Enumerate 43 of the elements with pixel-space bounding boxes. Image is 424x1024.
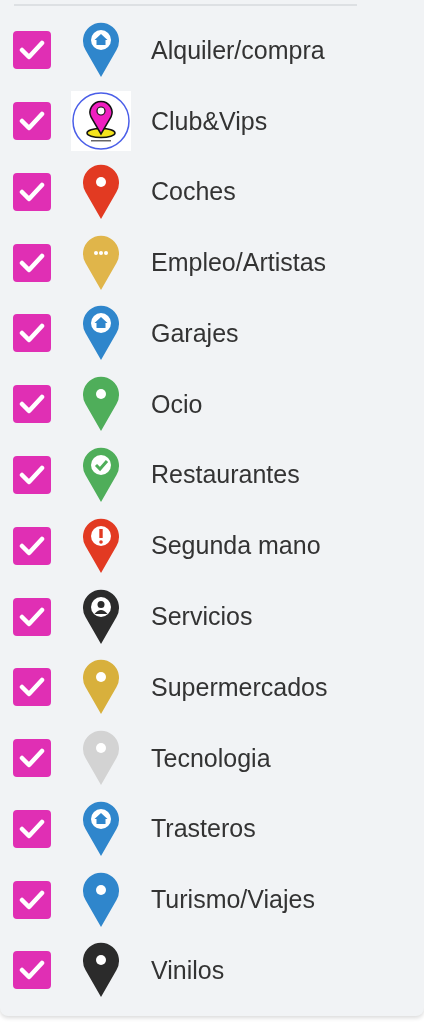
check-icon: [19, 817, 45, 840]
checkbox[interactable]: [13, 739, 51, 778]
category-label: Vinilos: [151, 955, 225, 985]
check-icon: [19, 322, 45, 345]
check-icon: [19, 463, 45, 486]
category-label: Restaurantes: [151, 460, 300, 490]
checkbox[interactable]: [13, 455, 51, 494]
category-label: Trasteros: [151, 814, 256, 844]
check-icon: [19, 888, 45, 911]
check-icon: [19, 605, 45, 628]
check-icon: [19, 110, 45, 133]
category-label: Ocio: [151, 389, 203, 419]
checkbox[interactable]: [13, 526, 51, 565]
checkbox[interactable]: [13, 243, 51, 282]
category-label: Servicios: [151, 602, 253, 631]
check-icon: [19, 393, 45, 416]
check-icon: [19, 251, 45, 274]
category-label: Alquiler/compra: [151, 35, 325, 65]
check-icon: [19, 959, 45, 982]
checkbox[interactable]: [13, 31, 51, 70]
category-label: Garajes: [151, 318, 239, 348]
checkbox[interactable]: [13, 102, 51, 141]
category-label: Club&Vips: [151, 106, 268, 136]
category-label: Tecnologia: [151, 743, 271, 773]
checkbox[interactable]: [13, 880, 51, 919]
check-icon: [19, 747, 45, 770]
checkbox[interactable]: [13, 951, 51, 990]
category-label: Empleo/Artistas: [151, 248, 327, 278]
checkbox[interactable]: [13, 314, 51, 353]
check-icon: [19, 534, 45, 557]
check-icon: [19, 676, 45, 699]
checkbox[interactable]: [13, 172, 51, 211]
checkbox[interactable]: [13, 668, 51, 707]
check-icon: [19, 180, 45, 203]
checkbox[interactable]: [13, 385, 51, 424]
check-icon: [19, 39, 45, 62]
logo-icon: [71, 91, 131, 152]
checkbox[interactable]: [13, 597, 51, 636]
category-label: Supermercados: [151, 672, 328, 702]
category-label: Segunda mano: [151, 531, 321, 561]
checkbox[interactable]: [13, 809, 51, 848]
category-label: Coches: [151, 177, 236, 207]
category-label: Turismo/Viajes: [151, 885, 315, 915]
